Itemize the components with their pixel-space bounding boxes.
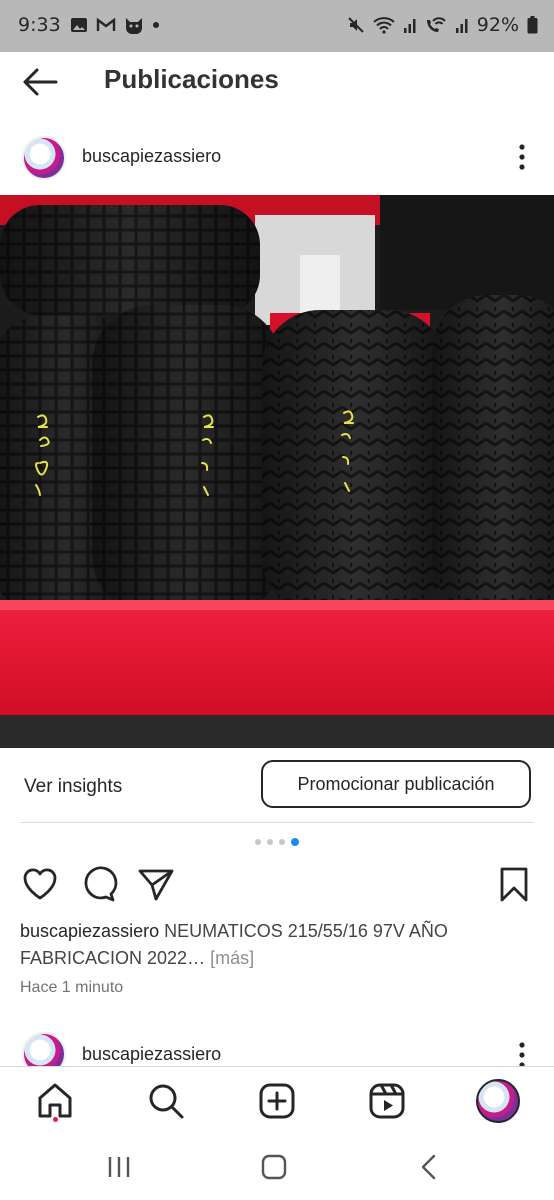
- home-square-icon: [261, 1154, 287, 1180]
- divider: [20, 822, 534, 823]
- more-options-button[interactable]: [510, 142, 534, 172]
- post-image[interactable]: [0, 195, 554, 748]
- page-title: Publicaciones: [104, 64, 279, 94]
- back-button[interactable]: [20, 64, 60, 100]
- dot-icon: [153, 22, 159, 28]
- post-actions: [0, 864, 554, 908]
- nav-search[interactable]: [146, 1081, 186, 1121]
- bottom-nav: [0, 1066, 554, 1136]
- carousel-dot: [279, 839, 285, 845]
- tire-2: [92, 305, 282, 615]
- comment-icon: [84, 866, 118, 902]
- save-button[interactable]: [494, 864, 534, 904]
- nav-profile-avatar[interactable]: [476, 1079, 520, 1123]
- nav-home[interactable]: [35, 1081, 75, 1121]
- system-icons: 92%: [347, 14, 538, 36]
- page-header: Publicaciones: [0, 52, 554, 114]
- back-system-button[interactable]: [414, 1152, 444, 1182]
- tires-photo: [0, 195, 554, 748]
- nav-reels[interactable]: [367, 1081, 407, 1121]
- next-post-header: buscapiezassiero: [0, 1030, 554, 1070]
- mute-icon: [348, 17, 364, 33]
- send-icon: [138, 869, 174, 901]
- system-nav-bar: [0, 1136, 554, 1200]
- post-caption: buscapiezassiero NEUMATICOS 215/55/16 97…: [20, 918, 540, 972]
- chevron-left-icon: [421, 1154, 436, 1180]
- carousel-indicator: [255, 838, 299, 846]
- more-vertical-icon: [519, 144, 525, 170]
- recent-apps-icon: [108, 1157, 130, 1177]
- like-button[interactable]: [20, 864, 60, 904]
- insights-row: Ver insights Promocionar publicación: [0, 756, 554, 822]
- arrow-left-icon: [23, 68, 58, 96]
- home-icon: [38, 1083, 72, 1118]
- wifi-call-icon: [426, 17, 446, 32]
- avatar[interactable]: [22, 136, 66, 180]
- comment-button[interactable]: [78, 864, 118, 904]
- next-post-username[interactable]: buscapiezassiero: [82, 1044, 221, 1065]
- status-bar: 9:33 92%: [0, 0, 554, 52]
- signal-icon: [403, 19, 416, 33]
- signal-icon: [455, 19, 468, 33]
- carousel-dot-active: [291, 838, 299, 846]
- post-header: buscapiezassiero: [0, 130, 554, 186]
- cat-icon: [126, 18, 142, 34]
- promote-post-button[interactable]: Promocionar publicación: [261, 760, 531, 808]
- carousel-dot: [255, 839, 261, 845]
- bookmark-icon: [500, 867, 528, 902]
- wifi-icon: [373, 17, 395, 34]
- heart-icon: [23, 868, 57, 900]
- tire-4: [432, 295, 554, 615]
- recent-apps-button[interactable]: [104, 1152, 134, 1182]
- view-insights-link[interactable]: Ver insights: [24, 776, 122, 798]
- status-time: 9:33: [18, 14, 61, 36]
- plus-square-icon: [259, 1083, 295, 1119]
- notification-icons: [70, 16, 160, 34]
- caption-more-link[interactable]: [más]: [210, 948, 254, 968]
- avatar[interactable]: [22, 1032, 66, 1070]
- reels-icon: [369, 1083, 405, 1119]
- caption-username[interactable]: buscapiezassiero: [20, 921, 159, 941]
- share-button[interactable]: [136, 864, 176, 904]
- battery-percent: 92%: [476, 14, 519, 36]
- tire-3: [262, 310, 447, 615]
- notification-dot: [53, 1117, 58, 1122]
- post-timestamp: Hace 1 minuto: [20, 979, 124, 996]
- nav-create[interactable]: [257, 1081, 297, 1121]
- gmail-icon: [96, 17, 116, 31]
- post-username[interactable]: buscapiezassiero: [82, 146, 221, 167]
- search-icon: [149, 1084, 184, 1119]
- image-icon: [71, 18, 87, 32]
- carousel-dot: [267, 839, 273, 845]
- battery-icon: [527, 16, 538, 34]
- home-system-button[interactable]: [259, 1152, 289, 1182]
